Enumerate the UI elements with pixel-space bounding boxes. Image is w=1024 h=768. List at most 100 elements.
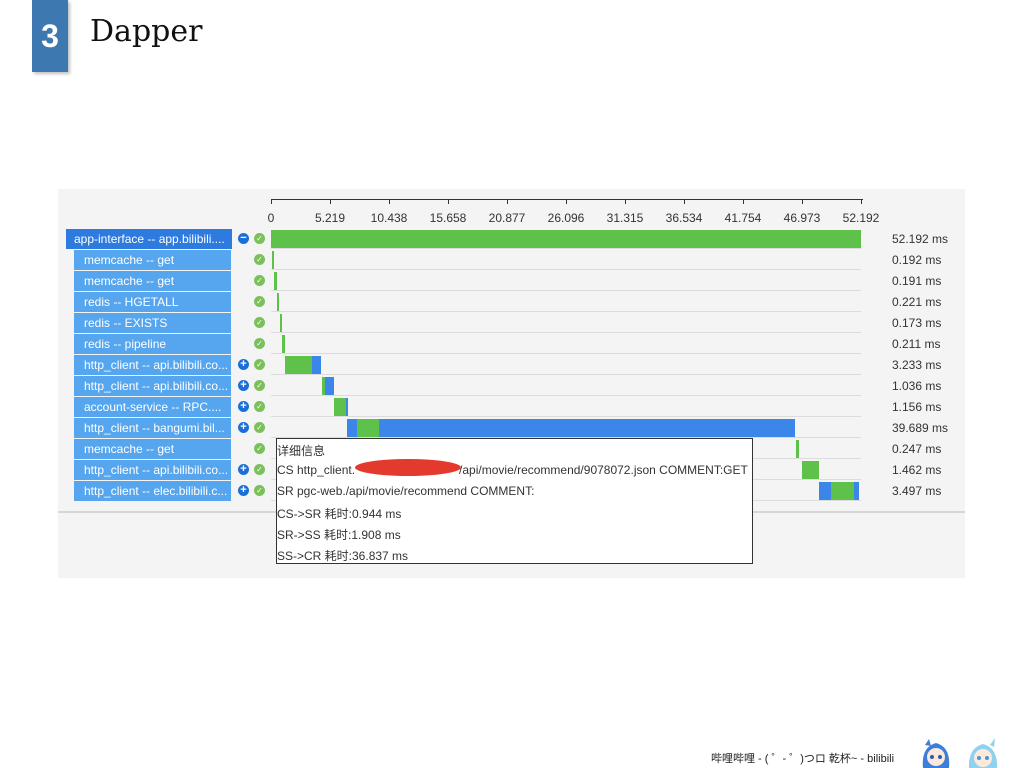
span-track — [271, 334, 861, 354]
expand-icon[interactable]: + — [238, 422, 249, 433]
span-duration: 3.497 ms — [892, 484, 942, 498]
span-bar[interactable] — [274, 272, 277, 290]
span-bar[interactable] — [819, 482, 859, 500]
expand-icon[interactable]: + — [238, 464, 249, 475]
span-duration: 1.156 ms — [892, 400, 942, 414]
tooltip-title: 详细信息 — [277, 444, 326, 458]
span-segment-green — [271, 230, 861, 248]
axis-tick-label: 26.096 — [547, 211, 585, 225]
span-track — [271, 397, 861, 417]
span-segment-blue — [324, 377, 334, 395]
redaction-mark — [355, 459, 461, 476]
mascot-22-icon — [922, 739, 950, 768]
span-label[interactable]: http_client -- api.bilibili.co... — [74, 460, 231, 480]
span-segment-green — [284, 356, 312, 374]
axis-tick — [743, 199, 744, 204]
tooltip-cs-prefix: CS http_client. — [277, 463, 356, 477]
axis-tick — [802, 199, 803, 204]
span-bar[interactable] — [276, 293, 280, 311]
slide-number: 3 — [32, 0, 68, 72]
span-track — [271, 250, 861, 270]
tooltip-sr-ss: SR->SS 耗时:1.908 ms — [277, 528, 401, 542]
status-ok-icon: ✓ — [254, 254, 265, 265]
tooltip-cs: CS http_client. /api/movie/recommend/9078… — [277, 463, 748, 477]
span-segment-blue — [346, 419, 358, 437]
expand-icon[interactable]: + — [238, 380, 249, 391]
span-label[interactable]: memcache -- get — [74, 271, 231, 291]
slide-title: Dapper — [90, 14, 203, 49]
span-track — [271, 292, 861, 312]
status-ok-icon: ✓ — [254, 317, 265, 328]
axis-tick-label: 5.219 — [314, 211, 346, 225]
span-label[interactable]: http_client -- bangumi.bil... — [74, 418, 231, 438]
tooltip-ss-cr: SS->CR 耗时:36.837 ms — [277, 549, 409, 563]
span-bar[interactable] — [284, 356, 322, 374]
span-label[interactable]: redis -- pipeline — [74, 334, 231, 354]
mascot-33-icon — [968, 738, 998, 768]
span-duration: 0.192 ms — [892, 253, 942, 267]
span-segment-green — [796, 440, 799, 458]
footer-text: 哔哩哔哩 - ( ゜- ゜)つロ 乾杯~ - bilibili — [711, 753, 895, 765]
tooltip-cs-sr: CS->SR 耗时:0.944 ms — [277, 507, 402, 521]
span-bar[interactable] — [796, 440, 799, 458]
span-segment-green — [280, 314, 283, 332]
span-track — [271, 313, 861, 333]
axis-tick — [625, 199, 626, 204]
span-label-root[interactable]: app-interface -- app.bilibili.... — [66, 229, 232, 249]
tooltip-sr: SR pgc-web./api/movie/recommend COMMENT: — [277, 484, 535, 498]
tooltip-cs-suffix: /api/movie/recommend/9078072.json COMMEN… — [459, 463, 748, 477]
axis-tick — [330, 199, 331, 204]
axis-tick-label: 36.534 — [665, 211, 703, 225]
axis-tick — [684, 199, 685, 204]
span-duration: 0.221 ms — [892, 295, 942, 309]
span-label[interactable]: http_client -- api.bilibili.co... — [74, 376, 231, 396]
span-label[interactable]: http_client -- elec.bilibili.c... — [74, 481, 231, 501]
axis-tick-label: 46.973 — [783, 211, 821, 225]
expand-icon[interactable]: + — [238, 401, 249, 412]
span-bar[interactable] — [346, 419, 796, 437]
span-label[interactable]: memcache -- get — [74, 439, 231, 459]
expand-icon[interactable]: + — [238, 485, 249, 496]
span-segment-blue — [311, 356, 322, 374]
span-duration: 1.462 ms — [892, 463, 942, 477]
span-bar[interactable] — [271, 230, 861, 248]
span-track — [271, 271, 861, 291]
status-ok-icon: ✓ — [254, 359, 265, 370]
status-ok-icon: ✓ — [254, 275, 265, 286]
span-duration: 3.233 ms — [892, 358, 942, 372]
axis-tick-label: 10.438 — [370, 211, 408, 225]
span-segment-green — [357, 419, 379, 437]
span-duration: 0.247 ms — [892, 442, 942, 456]
span-label[interactable]: redis -- EXISTS — [74, 313, 231, 333]
span-bar[interactable] — [321, 377, 334, 395]
span-bar[interactable] — [280, 314, 283, 332]
collapse-icon[interactable]: − — [238, 233, 249, 244]
span-duration: 0.191 ms — [892, 274, 942, 288]
status-ok-icon: ✓ — [254, 380, 265, 391]
span-label[interactable]: http_client -- api.bilibili.co... — [74, 355, 231, 375]
status-ok-icon: ✓ — [254, 296, 265, 307]
span-bar[interactable] — [334, 398, 348, 416]
span-duration: 1.036 ms — [892, 379, 942, 393]
span-segment-blue — [345, 398, 348, 416]
span-label[interactable]: account-service -- RPC.... — [74, 397, 231, 417]
expand-icon[interactable]: + — [238, 359, 249, 370]
span-detail-tooltip: 详细信息 CS http_client. /api/movie/recommend… — [276, 438, 753, 564]
axis-tick-label: 41.754 — [724, 211, 762, 225]
span-segment-green — [802, 461, 819, 479]
axis-tick — [448, 199, 449, 204]
span-bar[interactable] — [282, 335, 285, 353]
span-bar[interactable] — [802, 461, 819, 479]
span-segment-green — [830, 482, 855, 500]
span-label[interactable]: memcache -- get — [74, 250, 231, 270]
axis-tick — [566, 199, 567, 204]
span-segment-green — [272, 251, 275, 269]
span-segment-blue — [819, 482, 831, 500]
span-track — [271, 355, 861, 375]
span-label[interactable]: redis -- HGETALL — [74, 292, 231, 312]
axis-tick-label: 15.658 — [429, 211, 467, 225]
axis-tick-label: 20.877 — [488, 211, 526, 225]
span-bar[interactable] — [272, 251, 275, 269]
status-ok-icon: ✓ — [254, 464, 265, 475]
span-duration: 52.192 ms — [892, 232, 949, 246]
